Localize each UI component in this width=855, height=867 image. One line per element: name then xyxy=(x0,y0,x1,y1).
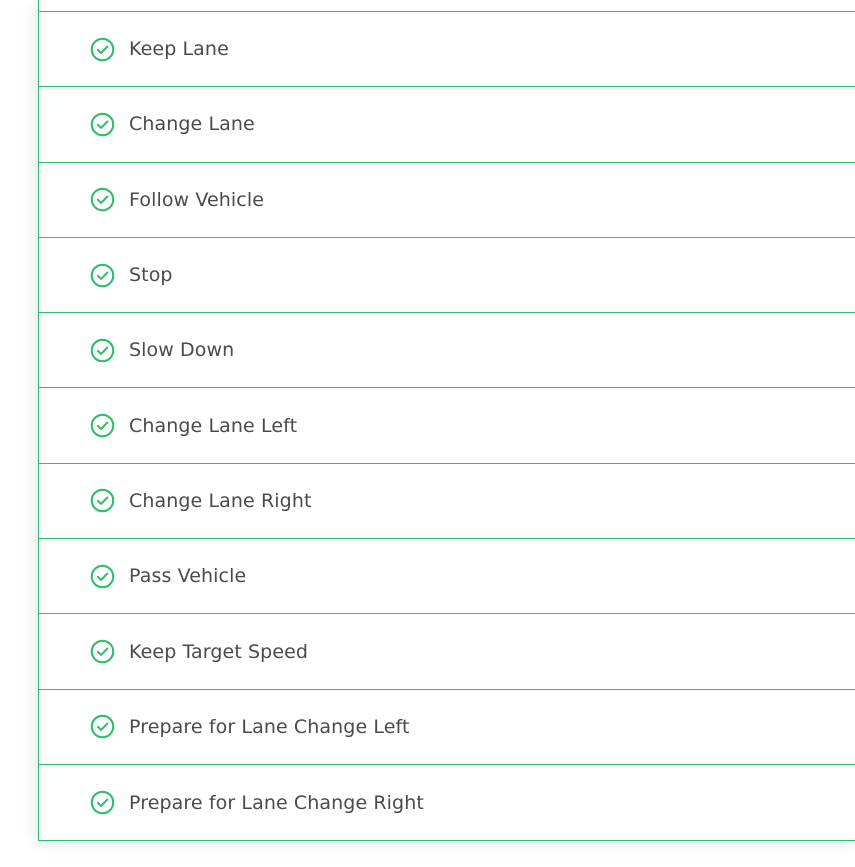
list-item-keep-lane[interactable]: Keep Lane xyxy=(39,12,855,88)
list-item-label: Slow Down xyxy=(129,339,235,362)
check-circle-icon xyxy=(90,263,115,288)
list-item-pass-vehicle[interactable]: Pass Vehicle xyxy=(39,539,855,615)
check-circle-icon xyxy=(90,187,115,212)
list-item-stop[interactable]: Stop xyxy=(39,238,855,314)
list-item-label: Change Lane Right xyxy=(129,489,312,512)
behavior-list-panel: Keep Lane Change Lane Follow Vehicle Sto… xyxy=(38,0,855,841)
list-item-prepare-lane-change-left[interactable]: Prepare for Lane Change Left xyxy=(39,690,855,765)
list-item-prepare-lane-change-right[interactable]: Prepare for Lane Change Right xyxy=(39,765,855,840)
check-circle-icon xyxy=(90,639,115,664)
check-circle-icon xyxy=(90,714,115,739)
check-circle-icon xyxy=(90,112,115,137)
list-item-change-lane-left[interactable]: Change Lane Left xyxy=(39,388,855,464)
list-item-label: Change Lane xyxy=(129,113,255,136)
behavior-list: Keep Lane Change Lane Follow Vehicle Sto… xyxy=(39,12,855,840)
check-circle-icon xyxy=(90,488,115,513)
check-circle-icon xyxy=(90,413,115,438)
list-item-label: Keep Lane xyxy=(129,38,229,61)
list-item-label: Follow Vehicle xyxy=(129,188,264,211)
list-item-keep-target-speed[interactable]: Keep Target Speed xyxy=(39,614,855,690)
check-circle-icon xyxy=(90,790,115,815)
list-item-change-lane-right[interactable]: Change Lane Right xyxy=(39,464,855,540)
list-item-label: Stop xyxy=(129,264,173,287)
list-item-label: Pass Vehicle xyxy=(129,565,247,588)
list-item-follow-vehicle[interactable]: Follow Vehicle xyxy=(39,163,855,238)
list-item-label: Change Lane Left xyxy=(129,414,298,437)
list-item-change-lane[interactable]: Change Lane xyxy=(39,87,855,163)
previous-item-edge xyxy=(39,0,855,12)
list-item-label: Prepare for Lane Change Right xyxy=(129,791,424,814)
list-item-slow-down[interactable]: Slow Down xyxy=(39,313,855,389)
list-item-label: Keep Target Speed xyxy=(129,640,309,663)
list-item-label: Prepare for Lane Change Left xyxy=(129,715,410,738)
check-circle-icon xyxy=(90,37,115,62)
check-circle-icon xyxy=(90,338,115,363)
check-circle-icon xyxy=(90,564,115,589)
